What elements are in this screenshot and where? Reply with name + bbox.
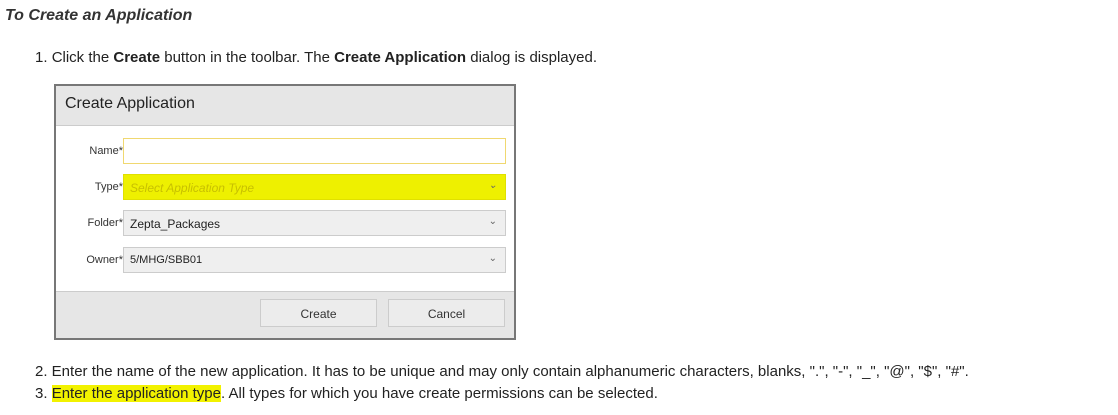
type-row: Type* Select Application Type ⌄ <box>56 174 516 202</box>
text: dialog is displayed. <box>466 49 597 66</box>
bold-text: Create Application <box>334 49 467 66</box>
chevron-down-icon: ⌄ <box>488 216 497 227</box>
step-number: 1. <box>35 49 52 66</box>
step-3: 3. Enter the application type. All types… <box>35 385 658 402</box>
name-input[interactable] <box>123 138 506 164</box>
highlighted-text: Enter the application type <box>51 385 221 402</box>
name-row: Name* <box>56 138 516 166</box>
dialog-title: Create Application <box>56 86 514 126</box>
create-application-dialog-screenshot: Create Application Name* Type* Select Ap… <box>54 84 516 340</box>
step-number: 3. <box>35 385 52 402</box>
type-placeholder: Select Application Type <box>130 181 255 195</box>
text: button in the toolbar. The <box>160 49 335 66</box>
name-label: Name* <box>89 145 123 157</box>
owner-value: 5/MHG/SBB01 <box>130 254 203 266</box>
folder-row: Folder* Zepta_Packages ⌄ <box>56 210 516 238</box>
folder-value: Zepta_Packages <box>130 217 221 231</box>
create-button[interactable]: Create <box>260 299 377 327</box>
chevron-down-icon: ⌄ <box>488 253 497 264</box>
owner-select[interactable]: 5/MHG/SBB01 ⌄ <box>123 247 506 273</box>
folder-select[interactable]: Zepta_Packages ⌄ <box>123 210 506 236</box>
type-label: Type* <box>94 181 123 193</box>
folder-label: Folder* <box>87 217 123 229</box>
step-1: 1. Click the Create button in the toolba… <box>35 49 597 66</box>
cancel-button[interactable]: Cancel <box>388 299 505 327</box>
text: . All types for which you have create pe… <box>220 385 658 402</box>
section-heading: To Create an Application <box>5 7 193 24</box>
text: Click the <box>51 49 114 66</box>
bold-text: Create <box>113 49 161 66</box>
type-select[interactable]: Select Application Type ⌄ <box>123 174 506 200</box>
step-2: 2. Enter the name of the new application… <box>35 363 969 380</box>
dialog-footer: Create Cancel <box>56 291 514 338</box>
owner-label: Owner* <box>86 254 123 266</box>
chevron-down-icon: ⌄ <box>488 180 497 191</box>
owner-row: Owner* 5/MHG/SBB01 ⌄ <box>56 247 516 275</box>
